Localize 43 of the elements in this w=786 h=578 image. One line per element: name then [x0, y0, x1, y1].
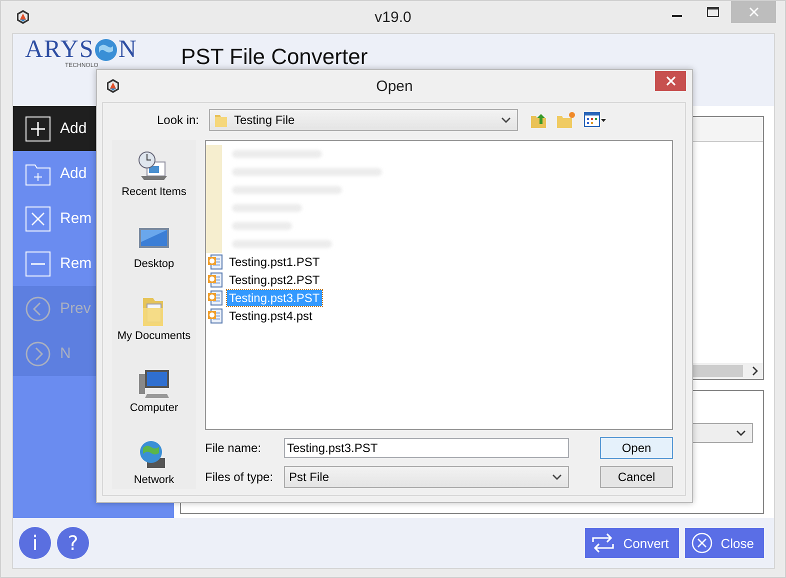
app-logo-icon [105, 78, 121, 94]
cancel-button[interactable]: Cancel [600, 466, 673, 488]
chevron-down-icon [552, 473, 562, 481]
close-icon [666, 76, 676, 86]
view-menu-icon[interactable] [584, 112, 606, 128]
file-type-label: Files of type: [205, 470, 274, 484]
logo-text: ARYS [25, 37, 94, 63]
close-app-button[interactable]: Close [684, 528, 764, 558]
globe-icon [94, 38, 118, 62]
look-in-dropdown[interactable]: Testing File [209, 109, 518, 131]
close-icon [748, 7, 758, 17]
close-button[interactable] [655, 71, 686, 91]
info-button[interactable]: i [19, 527, 51, 559]
folder-icon [214, 112, 228, 128]
place-item[interactable]: Recent Items [122, 150, 186, 198]
file-item[interactable]: Testing.pst1.PST [227, 254, 322, 270]
help-button[interactable]: ? [57, 527, 89, 559]
cross-icon [25, 206, 51, 232]
up-folder-icon[interactable] [530, 111, 548, 129]
dialog-title: Open [376, 78, 413, 94]
swap-arrows-icon [591, 532, 616, 554]
open-button[interactable]: Open [600, 437, 673, 459]
file-item[interactable]: Testing.pst4.pst [227, 308, 314, 324]
next-icon [25, 340, 51, 366]
window-title: v19.0 [374, 8, 412, 26]
logo-text: N [118, 37, 138, 63]
file-type-dropdown[interactable]: Pst File [284, 466, 569, 488]
app-title: PST File Converter [181, 44, 368, 70]
file-name-label: File name: [205, 441, 262, 455]
chevron-down-icon [736, 429, 746, 437]
close-icon [690, 532, 713, 554]
file-item[interactable]: Testing.pst2.PST [227, 272, 322, 288]
convert-button[interactable]: Convert [585, 528, 679, 558]
minimize-icon [672, 15, 682, 17]
back-icon [25, 296, 51, 322]
minus-icon [25, 250, 51, 276]
chevron-down-icon [501, 116, 511, 124]
place-item[interactable]: Network [134, 438, 174, 486]
file-name-field[interactable]: Testing.pst3.PST [284, 438, 569, 458]
chevron-right-icon [751, 366, 759, 376]
maximize-icon [707, 7, 719, 17]
plus-icon [25, 116, 51, 142]
app-logo-icon [15, 9, 31, 25]
